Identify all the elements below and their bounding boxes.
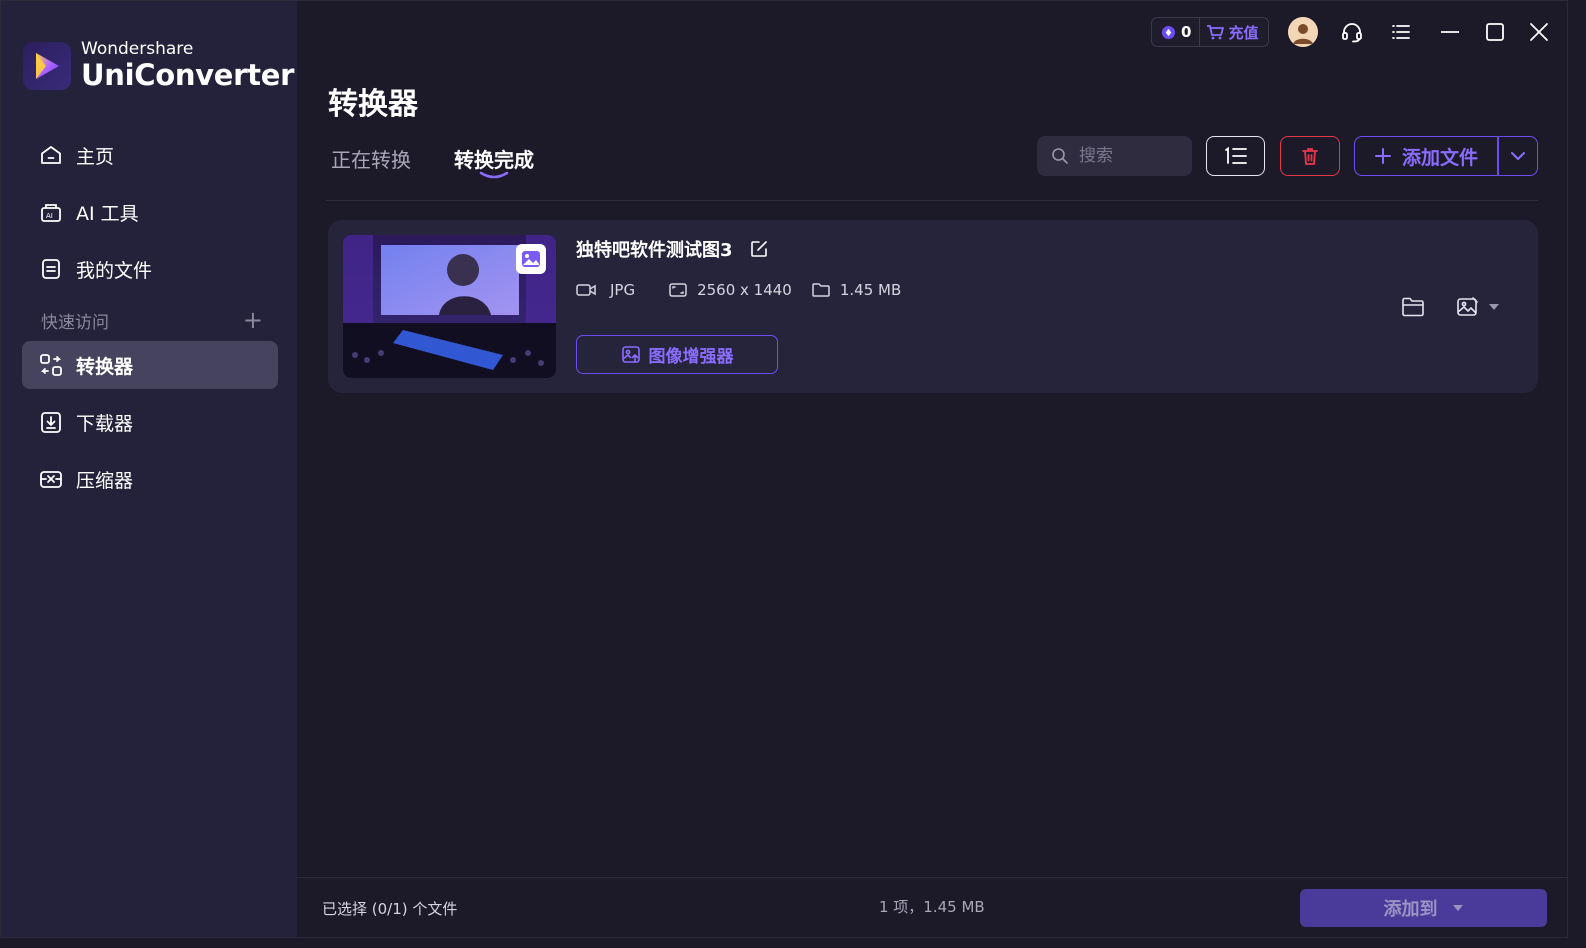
add-file-dropdown[interactable] (1499, 137, 1538, 175)
image-type-badge-icon (516, 244, 546, 274)
compressor-icon (38, 466, 64, 492)
image-enhancer-label: 图像增强器 (648, 347, 734, 367)
credits-widget[interactable]: 0 充值 (1151, 17, 1269, 47)
file-title-row: 独特吧软件测试图3 (576, 236, 769, 262)
tab-converting[interactable]: 正在转换 (331, 144, 411, 173)
tab-completed[interactable]: 转换完成 (454, 144, 534, 173)
svg-text:AI: AI (46, 212, 53, 220)
user-avatar-button[interactable] (1286, 15, 1320, 49)
file-name: 独特吧软件测试图3 (576, 240, 733, 261)
plus-icon (1374, 148, 1391, 164)
downloader-icon (38, 409, 64, 435)
avatar (1288, 17, 1318, 47)
chevron-down-icon (1510, 152, 1525, 160)
add-file-main[interactable]: 添加文件 (1355, 137, 1497, 175)
recharge-label: 充值 (1228, 23, 1259, 42)
delete-button[interactable] (1280, 136, 1340, 176)
file-format: JPG (610, 281, 636, 299)
sidebar-item-label: 下载器 (76, 412, 134, 435)
home-icon (38, 142, 64, 168)
brand-name: Wondershare (81, 39, 194, 59)
add-to-button[interactable]: 添加到 (1300, 889, 1547, 927)
app-window: Wondershare UniConverter 主页 AI AI 工具 我的文… (0, 0, 1568, 938)
file-card[interactable]: 独特吧软件测试图3 JPG 2560 x 1440 1.45 MB 图像增强器 (328, 220, 1538, 393)
menu-list-icon[interactable] (1384, 15, 1418, 49)
recharge-button[interactable]: 充值 (1206, 22, 1258, 43)
image-actions-menu[interactable] (1456, 296, 1500, 318)
cart-icon (1207, 25, 1225, 40)
image-enhance-icon (621, 345, 640, 363)
active-tab-indicator (479, 171, 509, 179)
sidebar-item-label: 转换器 (76, 355, 134, 378)
add-file-label: 添加文件 (1401, 146, 1478, 169)
open-folder-icon[interactable] (1401, 296, 1425, 322)
sidebar-item-label: 我的文件 (76, 259, 153, 282)
sidebar-item-downloader[interactable]: 下载器 (22, 398, 278, 446)
uniconverter-logo-icon (23, 41, 71, 90)
close-icon[interactable] (1522, 15, 1556, 49)
items-summary: 1 项，1.45 MB (879, 898, 985, 916)
file-resolution: 2560 x 1440 (697, 281, 792, 299)
image-enhancer-button[interactable]: 图像增强器 (576, 335, 778, 374)
search-icon (1052, 148, 1068, 164)
file-size: 1.45 MB (839, 281, 902, 299)
converter-icon (38, 352, 64, 378)
search-input[interactable] (1079, 146, 1179, 166)
minimize-icon[interactable] (1433, 15, 1467, 49)
product-name: UniConverter (81, 58, 295, 92)
resolution-icon (669, 283, 687, 297)
support-headset-icon[interactable] (1335, 15, 1369, 49)
quick-access-add-button[interactable]: + (243, 308, 263, 332)
numbered-list-icon (1224, 146, 1247, 164)
list-view-button[interactable] (1206, 136, 1265, 176)
file-thumbnail[interactable] (343, 235, 556, 378)
trash-icon (1302, 148, 1318, 165)
sidebar-item-label: 主页 (76, 145, 115, 168)
maximize-icon[interactable] (1478, 15, 1512, 49)
caret-down-icon (1489, 304, 1499, 310)
app-logo: Wondershare UniConverter (23, 41, 294, 90)
credits-count: 0 (1181, 23, 1192, 41)
sidebar-item-converter[interactable]: 转换器 (22, 341, 278, 389)
sidebar-item-label: 压缩器 (76, 469, 134, 492)
quick-access-label: 快速访问 (41, 312, 109, 333)
folder-size-icon (812, 283, 830, 297)
page-title: 转换器 (328, 87, 418, 122)
ai-tools-icon: AI (38, 199, 64, 225)
add-file-button[interactable]: 添加文件 (1354, 136, 1538, 176)
caret-down-icon (1452, 905, 1463, 911)
credits-gem-icon (1161, 25, 1176, 39)
image-edit-icon (1457, 297, 1478, 316)
sidebar-item-my-files[interactable]: 我的文件 (22, 245, 278, 293)
file-meta: JPG 2560 x 1440 1.45 MB (576, 281, 901, 299)
sidebar-item-label: AI 工具 (76, 202, 139, 225)
header-divider (326, 200, 1538, 201)
add-to-label: 添加到 (1383, 899, 1438, 920)
sidebar-item-ai-tools[interactable]: AI AI 工具 (22, 188, 278, 236)
edit-name-icon[interactable] (749, 239, 769, 259)
sidebar: Wondershare UniConverter 主页 AI AI 工具 我的文… (1, 1, 297, 937)
my-files-icon (38, 256, 64, 282)
search-box[interactable] (1037, 136, 1192, 176)
sidebar-item-home[interactable]: 主页 (22, 131, 278, 179)
sidebar-item-compressor[interactable]: 压缩器 (22, 455, 278, 503)
quick-access-header: 快速访问 + (41, 307, 263, 333)
selection-status: 已选择 (0/1) 个文件 (322, 900, 458, 918)
footer-divider (297, 877, 1567, 878)
video-camera-icon (576, 284, 596, 296)
